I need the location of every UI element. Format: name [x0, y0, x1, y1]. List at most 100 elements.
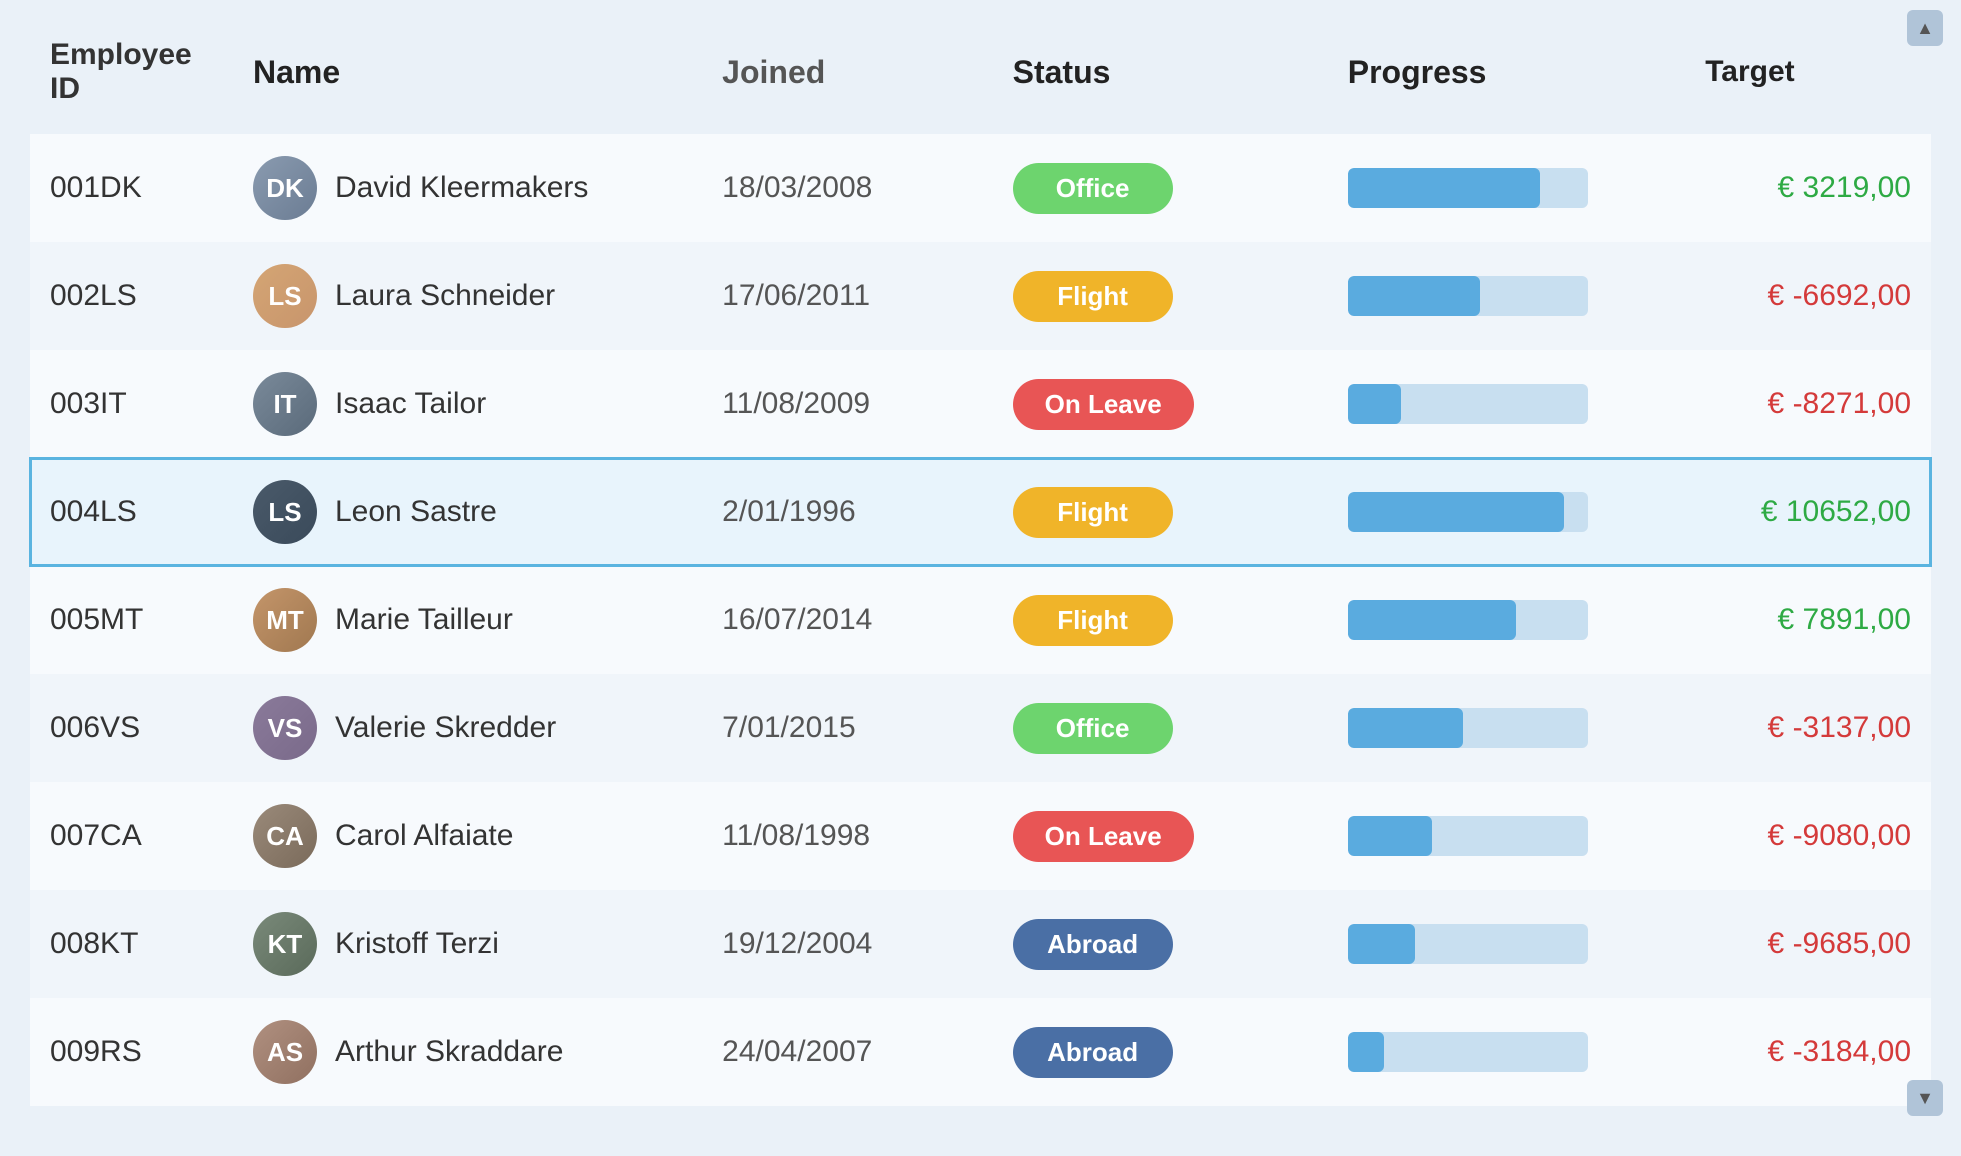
progress-bar-background [1348, 600, 1588, 640]
status-cell: On Leave [993, 350, 1328, 458]
progress-bar-fill [1348, 168, 1540, 208]
col-header-id: Employee ID [30, 20, 233, 134]
table-row[interactable]: 005MTMTMarie Tailleur16/07/2014 Flight € 7… [30, 566, 1931, 674]
table-row[interactable]: 004LSLSLeon Sastre2/01/1996Flight€ 10652… [30, 458, 1931, 566]
progress-cell [1328, 242, 1685, 350]
joined-date-cell: 11/08/2009 [702, 350, 992, 458]
employee-name-cell: ASArthur Skraddare [233, 998, 702, 1106]
employee-name-cell: VS Valerie Skredder [233, 674, 702, 782]
status-cell: On Leave [993, 782, 1328, 890]
status-cell: Flight [993, 242, 1328, 350]
table-header-row: Employee ID Name Joined Status Progress … [30, 20, 1931, 134]
status-badge: Abroad [1013, 919, 1173, 970]
employee-name-text: David Kleermakers [335, 171, 588, 205]
joined-date-cell: 19/12/2004 [702, 890, 992, 998]
status-badge: Abroad [1013, 1027, 1173, 1078]
table-row[interactable]: 006VS VS Valerie Skredder 7/01/2015 Office € … [30, 674, 1931, 782]
table-row[interactable]: 003ITITIsaac Tailor11/08/2009 On Leave € -… [30, 350, 1931, 458]
progress-bar-background [1348, 276, 1588, 316]
employee-name-text: Valerie Skredder [335, 711, 556, 745]
progress-cell [1328, 350, 1685, 458]
joined-date-cell: 16/07/2014 [702, 566, 992, 674]
progress-bar-background [1348, 708, 1588, 748]
avatar: LS [253, 480, 317, 544]
progress-bar-fill [1348, 708, 1463, 748]
progress-bar-fill [1348, 816, 1432, 856]
target-value-cell: € -8271,00 [1685, 350, 1931, 458]
progress-cell [1328, 998, 1685, 1106]
progress-bar-background [1348, 924, 1588, 964]
employee-id-cell: 008KT [30, 890, 233, 998]
progress-bar-fill [1348, 492, 1564, 532]
progress-bar-fill [1348, 384, 1401, 424]
employee-id-cell: 002LS [30, 242, 233, 350]
status-badge: Office [1013, 703, 1173, 754]
avatar: DK [253, 156, 317, 220]
status-badge: Office [1013, 163, 1173, 214]
progress-bar-background [1348, 1032, 1588, 1072]
target-value-cell: € -6692,00 [1685, 242, 1931, 350]
progress-cell [1328, 566, 1685, 674]
employee-name-text: Arthur Skraddare [335, 1035, 563, 1069]
employee-name-cell: ITIsaac Tailor [233, 350, 702, 458]
status-badge: Flight [1013, 271, 1173, 322]
employee-id-cell: 001DK [30, 134, 233, 242]
status-cell: Office [993, 674, 1328, 782]
col-header-name: Name [233, 20, 702, 134]
col-header-target: Target [1685, 20, 1931, 134]
employee-id-cell: 009RS [30, 998, 233, 1106]
progress-cell [1328, 674, 1685, 782]
status-cell: Office [993, 134, 1328, 242]
employee-name-text: Laura Schneider [335, 279, 555, 313]
employee-id-cell: 006VS [30, 674, 233, 782]
status-cell: Abroad [993, 890, 1328, 998]
target-value-cell: € -3184,00 [1685, 998, 1931, 1106]
employee-name-text: Isaac Tailor [335, 387, 486, 421]
target-value-cell: € 10652,00 [1685, 458, 1931, 566]
avatar: VS [253, 696, 317, 760]
target-value-cell: € -9685,00 [1685, 890, 1931, 998]
progress-bar-background [1348, 816, 1588, 856]
table-row[interactable]: 008KTKTKristoff Terzi19/12/2004 Abroad € -… [30, 890, 1931, 998]
employee-id-cell: 004LS [30, 458, 233, 566]
employee-name-cell: MTMarie Tailleur [233, 566, 702, 674]
employee-name-text: Carol Alfaiate [335, 819, 513, 853]
table-row[interactable]: 009RSASArthur Skraddare24/04/2007Abroad€… [30, 998, 1931, 1106]
employee-name-text: Kristoff Terzi [335, 927, 499, 961]
employee-name-cell: KTKristoff Terzi [233, 890, 702, 998]
table-row[interactable]: 001DKDKDavid Kleermakers18/03/2008Office… [30, 134, 1931, 242]
progress-bar-fill [1348, 600, 1516, 640]
employee-id-cell: 003IT [30, 350, 233, 458]
employee-table: Employee ID Name Joined Status Progress … [30, 20, 1931, 1106]
avatar: LS [253, 264, 317, 328]
table-row[interactable]: 007CACACarol Alfaiate11/08/1998On Leave€… [30, 782, 1931, 890]
scroll-down-button[interactable]: ▼ [1907, 1080, 1943, 1116]
status-badge: On Leave [1013, 379, 1194, 430]
progress-bar-background [1348, 384, 1588, 424]
progress-cell [1328, 782, 1685, 890]
progress-bar-background [1348, 492, 1588, 532]
employee-table-container: ▲ Employee ID Name Joined Status Progres… [0, 0, 1961, 1126]
progress-bar-background [1348, 168, 1588, 208]
employee-id-cell: 005MT [30, 566, 233, 674]
employee-id-cell: 007CA [30, 782, 233, 890]
employee-name-cell: CACarol Alfaiate [233, 782, 702, 890]
progress-bar-fill [1348, 276, 1480, 316]
employee-name-text: Marie Tailleur [335, 603, 513, 637]
status-badge: Flight [1013, 487, 1173, 538]
status-badge: Flight [1013, 595, 1173, 646]
progress-cell [1328, 458, 1685, 566]
joined-date-cell: 7/01/2015 [702, 674, 992, 782]
table-row[interactable]: 002LS LS Laura Schneider 17/06/2011 Flight € … [30, 242, 1931, 350]
target-value-cell: € 7891,00 [1685, 566, 1931, 674]
employee-name-cell: LSLeon Sastre [233, 458, 702, 566]
target-value-cell: € -9080,00 [1685, 782, 1931, 890]
progress-bar-fill [1348, 924, 1415, 964]
joined-date-cell: 17/06/2011 [702, 242, 992, 350]
target-value-cell: € -3137,00 [1685, 674, 1931, 782]
scroll-up-button[interactable]: ▲ [1907, 10, 1943, 46]
status-cell: Abroad [993, 998, 1328, 1106]
status-cell: Flight [993, 458, 1328, 566]
col-header-joined: Joined [702, 20, 992, 134]
employee-name-cell: DK David Kleermakers [233, 134, 702, 242]
